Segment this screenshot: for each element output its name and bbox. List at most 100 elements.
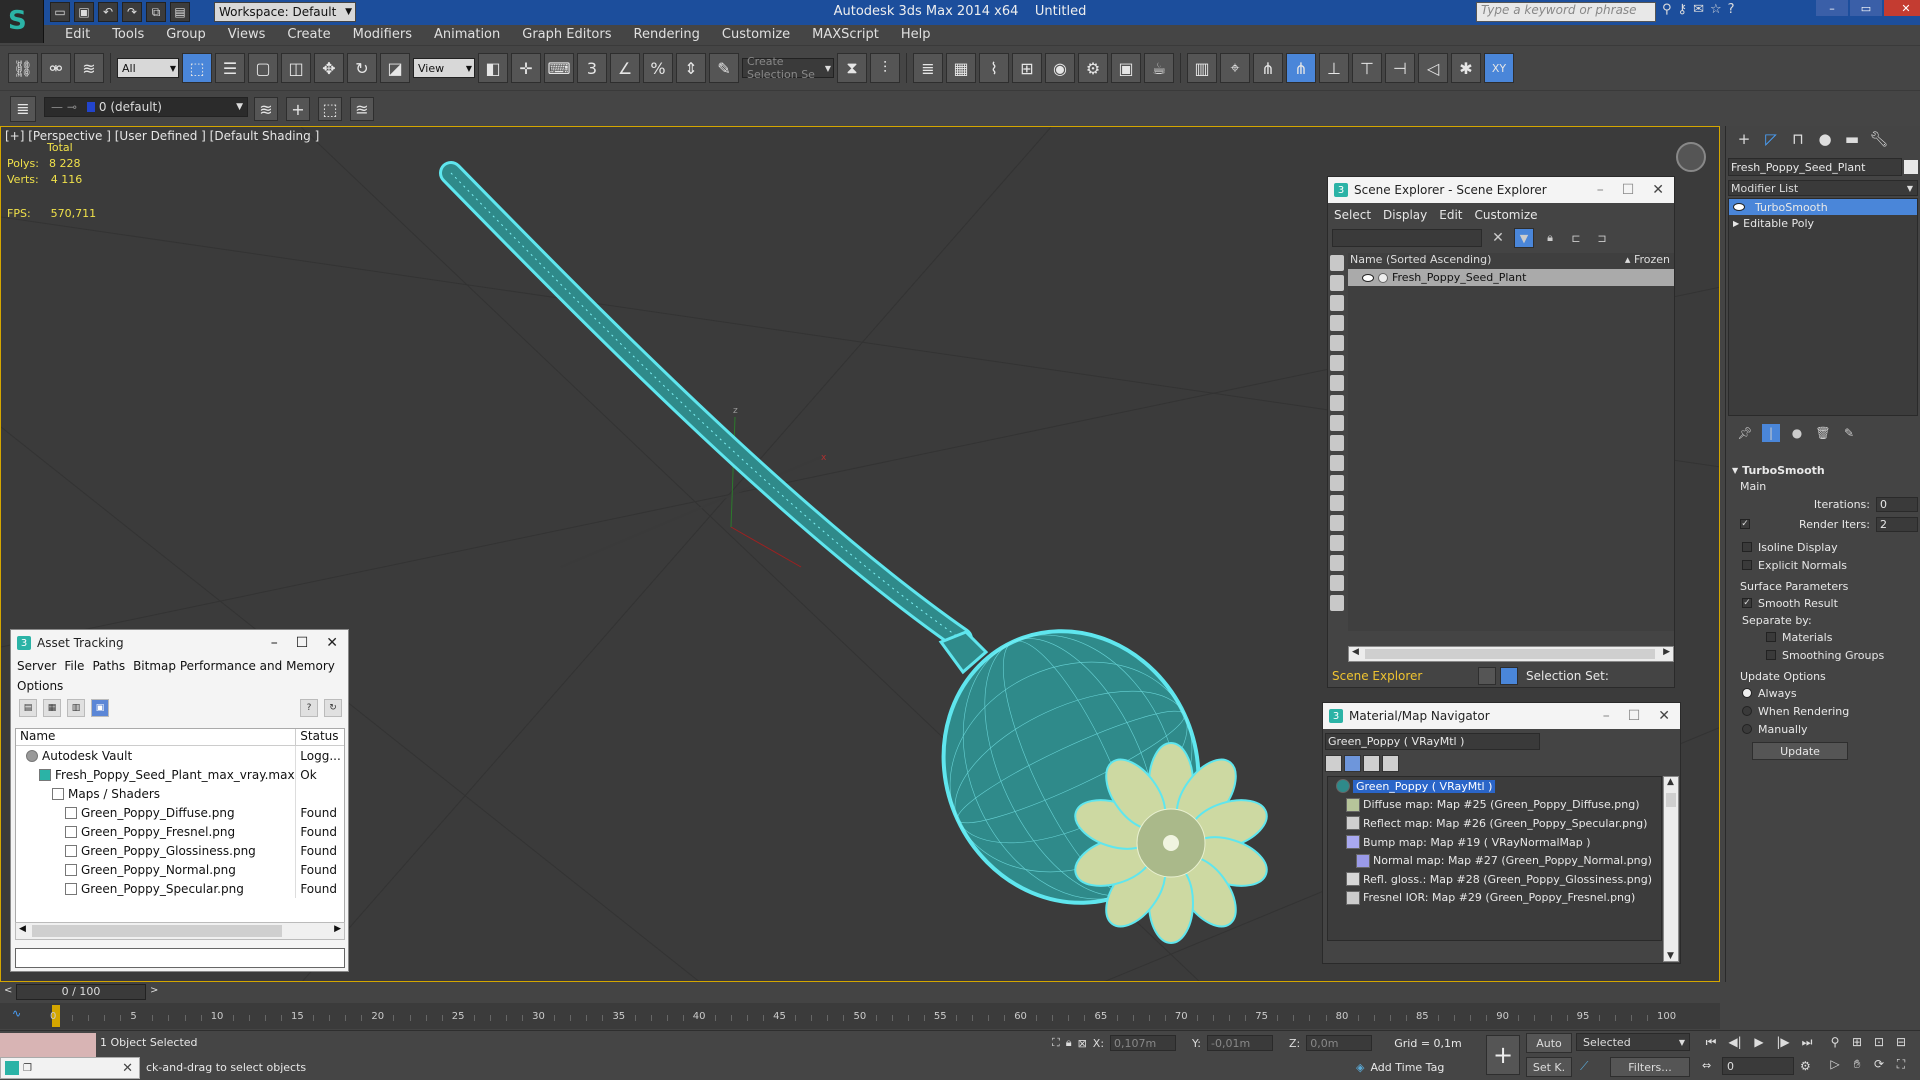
vray-snap-icon[interactable]: ⋔ <box>1253 53 1283 83</box>
align-icon[interactable]: ⫶ <box>870 53 900 83</box>
xy-plane-icon[interactable]: XY <box>1484 53 1514 83</box>
selection-set-icon[interactable] <box>1500 667 1518 685</box>
material-map-row[interactable]: Normal map: Map #27 (Green_Poppy_Normal.… <box>1328 851 1661 870</box>
object-name-field[interactable]: Fresh_Poppy_Seed_Plant <box>1728 158 1902 176</box>
materials-option[interactable]: Materials <box>1732 628 1918 646</box>
menu-create[interactable]: Create <box>276 25 341 45</box>
key-filter-selected-dropdown[interactable]: Selected ▼ <box>1576 1033 1690 1051</box>
layer-manager-icon[interactable]: ≣ <box>913 53 943 83</box>
maximize-icon[interactable]: ☐ <box>1628 708 1641 724</box>
explorer-name-field[interactable]: Scene Explorer <box>1328 669 1478 683</box>
add-time-tag[interactable]: ◈ Add Time Tag <box>1356 1061 1444 1074</box>
x-coord-field[interactable]: 0,107m <box>1110 1035 1177 1051</box>
vray-frame-buffer-icon[interactable]: ▥ <box>1187 53 1217 83</box>
render-iters-checkbox[interactable]: ✓ <box>1740 519 1750 529</box>
minimize-icon[interactable]: – <box>1816 0 1848 16</box>
iterations-spinner[interactable]: 0 <box>1876 496 1918 512</box>
star-icon[interactable]: ☆ <box>1710 2 1722 17</box>
maximize-icon[interactable]: ▭ <box>1850 0 1882 16</box>
frozen-filter-icon[interactable] <box>1330 455 1344 471</box>
zoom-extents-all-icon[interactable]: ⊟ <box>1892 1033 1910 1051</box>
layer-view-icon[interactable]: ⊐ <box>1592 228 1612 248</box>
asset-row[interactable]: Green_Poppy_Specular.png Found <box>16 879 344 898</box>
modifier-list-dropdown[interactable]: Modifier List ▼ <box>1728 180 1918 196</box>
redo-icon[interactable]: ↷ <box>122 2 142 22</box>
make-unique-icon[interactable]: ● <box>1788 424 1806 442</box>
key-mode-toggle-icon[interactable]: ⇔ <box>1702 1059 1711 1072</box>
pin-stack-icon[interactable]: 📌︎ <box>1736 424 1754 442</box>
edit-named-selection-icon[interactable]: ✎ <box>709 53 739 83</box>
search-input[interactable]: Type a keyword or phrase <box>1476 2 1656 22</box>
z-coord-field[interactable]: 0,0m <box>1306 1035 1373 1051</box>
project-folder-icon[interactable]: ▤ <box>170 2 190 22</box>
update-when-rendering-option[interactable]: When Rendering <box>1732 702 1918 720</box>
scene-explorer-titlebar[interactable]: 3 Scene Explorer - Scene Explorer – ☐ ✕ <box>1328 177 1674 203</box>
menu-modifiers[interactable]: Modifiers <box>342 25 423 45</box>
hierarchy-tab-icon[interactable]: ⊓ <box>1788 129 1808 149</box>
snaps-toggle-icon[interactable]: 3 <box>577 53 607 83</box>
rectangular-selection-icon[interactable]: ▢ <box>248 53 278 83</box>
binoculars-icon[interactable]: ⚲ <box>1662 2 1672 17</box>
select-manipulate-icon[interactable]: ✛ <box>511 53 541 83</box>
remove-modifier-icon[interactable]: 🗑︎ <box>1814 424 1832 442</box>
restore-icon[interactable]: ❐ <box>23 1063 32 1074</box>
curve-editor-icon[interactable]: ⌇ <box>979 53 1009 83</box>
menu-group[interactable]: Group <box>155 25 217 45</box>
go-to-end-icon[interactable]: ⏭ <box>1798 1033 1816 1051</box>
open-icon[interactable]: ▭ <box>50 2 70 22</box>
when-rendering-radio[interactable] <box>1742 706 1752 716</box>
menu-graph-editors[interactable]: Graph Editors <box>511 25 622 45</box>
refresh-icon[interactable]: ↻ <box>324 699 342 717</box>
layers-icon[interactable] <box>1478 667 1496 685</box>
menu-edit[interactable]: Edit <box>54 25 101 45</box>
set-key-mode-icon[interactable]: + <box>1486 1035 1520 1075</box>
hidden-filter-icon[interactable] <box>1330 475 1344 491</box>
scroll-left-icon[interactable]: ◀ <box>1352 647 1359 657</box>
zoom-extents-icon[interactable]: ⊡ <box>1870 1033 1888 1051</box>
menu-maxscript[interactable]: MAXScript <box>801 25 890 45</box>
link-icon[interactable]: ⛓ <box>8 53 38 83</box>
funnel-icon[interactable] <box>1330 575 1344 591</box>
angle-snap-icon[interactable]: ∠ <box>610 53 640 83</box>
isolate-selection-icon[interactable]: ⛶ <box>1052 1036 1060 1050</box>
material-map-row[interactable]: Diffuse map: Map #25 (Green_Poppy_Diffus… <box>1328 796 1661 815</box>
material-map-row[interactable]: Bump map: Map #19 ( VRayNormalMap ) <box>1328 833 1661 852</box>
hierarchy-icon[interactable]: ⊏ <box>1566 228 1586 248</box>
selection-filter-dropdown[interactable]: All ▼ <box>117 58 179 78</box>
create-tab-icon[interactable]: + <box>1734 129 1754 149</box>
window-crossing-icon[interactable]: ◫ <box>281 53 311 83</box>
schematic-view-icon[interactable]: ⊞ <box>1012 53 1042 83</box>
taskbar-thumbnail[interactable]: ❐ ✕ <box>0 1057 140 1079</box>
next-key-icon[interactable]: |▶ <box>1774 1033 1792 1051</box>
help-icon[interactable]: ? <box>300 699 318 717</box>
isoline-display-option[interactable]: Isoline Display <box>1732 538 1918 556</box>
update-always-option[interactable]: Always <box>1732 684 1918 702</box>
shapes-filter-icon[interactable] <box>1330 275 1344 291</box>
bind-space-warp-icon[interactable]: ≋ <box>74 53 104 83</box>
explicit-normals-option[interactable]: Explicit Normals <box>1732 556 1918 574</box>
select-all-icon[interactable] <box>1330 495 1344 511</box>
smooth-result-option[interactable]: ✓ Smooth Result <box>1732 594 1918 612</box>
workspace-dropdown[interactable]: Workspace: Default ▼ <box>214 2 356 22</box>
help-icon[interactable]: ? <box>1728 2 1735 17</box>
scroll-left-icon[interactable]: ◀ <box>19 924 26 934</box>
tree-view-icon[interactable]: ▥ <box>67 699 85 717</box>
graphite-tools-icon[interactable]: ▦ <box>946 53 976 83</box>
table-view-icon[interactable]: ▣ <box>91 699 109 717</box>
render-iters-spinner[interactable]: 2 <box>1876 516 1918 532</box>
asset-row[interactable]: Green_Poppy_Fresnel.png Found <box>16 822 344 841</box>
key-icon[interactable]: ⚷ <box>1678 2 1688 17</box>
vray-edge-icon[interactable]: ⊣ <box>1385 53 1415 83</box>
scroll-up-icon[interactable]: ▲ <box>1667 777 1674 787</box>
view-small-icons-icon[interactable] <box>1363 755 1380 772</box>
set-key-button[interactable]: Set K. <box>1526 1057 1572 1077</box>
show-end-result-icon[interactable]: | <box>1762 424 1780 442</box>
minimize-icon[interactable]: – <box>1603 708 1610 724</box>
spinner-snap-icon[interactable]: ⇕ <box>676 53 706 83</box>
menu-animation[interactable]: Animation <box>423 25 511 45</box>
asset-row[interactable]: Green_Poppy_Diffuse.png Found <box>16 803 344 822</box>
minimize-icon[interactable]: – <box>1597 182 1604 198</box>
time-slider-thumb[interactable]: 0 / 100 <box>16 984 146 1000</box>
rotate-icon[interactable]: ↻ <box>347 53 377 83</box>
rollout-header[interactable]: ▼ TurboSmooth <box>1732 462 1918 478</box>
